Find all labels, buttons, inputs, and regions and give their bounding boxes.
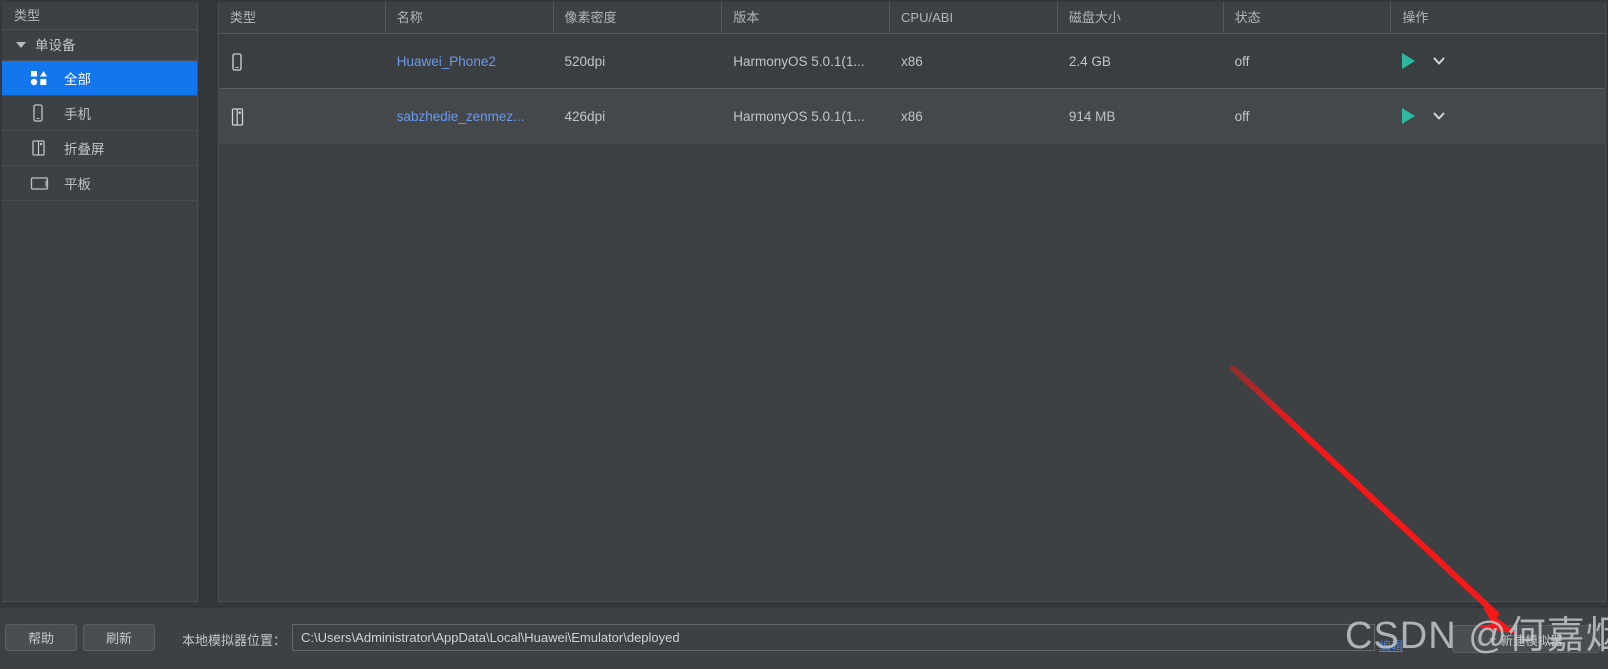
cell-type [219,34,386,89]
emulator-manager-window: 类型 单设备 全部 手机 折叠屏 平板 类型 名称 像素密度 版本 CPU/AB… [0,0,1608,669]
sidebar-group-single-device[interactable]: 单设备 [2,30,197,61]
table-row[interactable]: sabzhedie_zenmez... 426dpi HarmonyOS 5.0… [219,89,1605,144]
emulator-table-panel: 类型 名称 像素密度 版本 CPU/ABI 磁盘大小 状态 操作 Huawei_… [218,2,1606,602]
column-header-density[interactable]: 像素密度 [554,2,723,33]
cell-status: off [1234,53,1250,69]
column-header-name[interactable]: 名称 [386,2,554,33]
cell-density: 520dpi [564,53,606,69]
sidebar-header: 类型 [2,2,197,30]
sidebar-item-label: 手机 [64,107,91,122]
column-header-status[interactable]: 状态 [1224,2,1392,33]
sidebar-item-foldable[interactable]: 折叠屏 [2,131,197,166]
cell-version: HarmonyOS 5.0.1(1... [733,53,865,69]
table-row[interactable]: Huawei_Phone2 520dpi HarmonyOS 5.0.1(1..… [219,34,1605,89]
csdn-watermark: CSDN @何嘉烟 [1345,615,1608,657]
sidebar-item-label: 平板 [64,177,91,192]
chevron-down-icon[interactable] [1431,53,1447,69]
phone-icon [30,104,56,122]
cell-cpu-abi: x86 [901,108,923,124]
column-header-type[interactable]: 类型 [219,2,386,33]
help-button[interactable]: 帮助 [5,624,77,651]
sidebar-item-tablet[interactable]: 平板 [2,166,197,201]
cell-status: off [1234,108,1250,124]
emulator-name-link[interactable]: sabzhedie_zenmez... [397,109,525,124]
emulator-location-label: 本地模拟器位置： [182,633,287,648]
cell-disk-size: 914 MB [1068,108,1116,124]
chevron-down-icon [16,42,26,48]
cell-actions [1391,89,1605,144]
cell-cpu-abi: x86 [901,53,923,69]
cell-disk-size: 2.4 GB [1068,53,1111,69]
refresh-button[interactable]: 刷新 [83,624,155,651]
column-header-disk-size[interactable]: 磁盘大小 [1058,2,1224,33]
sidebar-item-all[interactable]: 全部 [2,61,197,96]
cell-density: 426dpi [564,108,606,124]
foldable-icon [30,139,56,157]
tablet-icon [30,175,56,191]
sidebar-item-phone[interactable]: 手机 [2,96,197,131]
column-header-cpu-abi[interactable]: CPU/ABI [890,2,1058,33]
column-header-version[interactable]: 版本 [722,2,891,33]
foldable-icon [231,108,244,126]
all-devices-icon [30,70,56,86]
phone-icon [232,53,242,71]
cell-version: HarmonyOS 5.0.1(1... [733,108,865,124]
sidebar-item-label: 全部 [64,72,91,87]
sidebar-item-label: 折叠屏 [64,142,105,157]
cell-actions [1391,34,1605,89]
cell-type [219,89,386,144]
cell-name[interactable]: Huawei_Phone2 [386,34,554,89]
cell-name[interactable]: sabzhedie_zenmez... [386,89,554,144]
device-type-sidebar: 类型 单设备 全部 手机 折叠屏 平板 [2,2,198,602]
emulator-name-link[interactable]: Huawei_Phone2 [397,54,496,69]
play-icon[interactable] [1402,53,1416,69]
table-header-row: 类型 名称 像素密度 版本 CPU/ABI 磁盘大小 状态 操作 [219,2,1605,34]
chevron-down-icon[interactable] [1431,108,1447,124]
column-header-actions[interactable]: 操作 [1391,2,1605,33]
play-icon[interactable] [1402,108,1416,124]
sidebar-group-label: 单设备 [35,37,76,53]
emulator-location-input[interactable]: C:\Users\Administrator\AppData\Local\Hua… [292,624,1375,651]
